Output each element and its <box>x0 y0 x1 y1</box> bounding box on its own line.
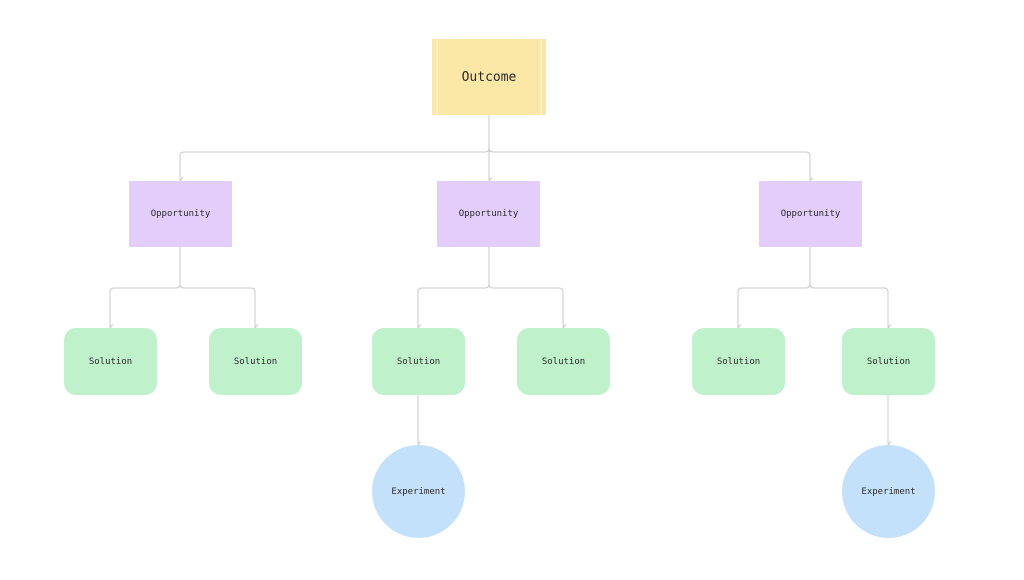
solution-node[interactable]: Solution <box>517 328 610 395</box>
experiment-label: Experiment <box>391 486 446 497</box>
solution-label: Solution <box>541 356 586 367</box>
outcome-label: Outcome <box>461 69 517 85</box>
solution-node[interactable]: Solution <box>64 328 157 395</box>
solution-node[interactable]: Solution <box>372 328 465 395</box>
solution-label: Solution <box>716 356 761 367</box>
connector-opportunity-3-solution-5 <box>737 247 811 330</box>
opportunity-label: Opportunity <box>458 209 519 219</box>
solution-label: Solution <box>233 356 278 367</box>
solution-node[interactable]: Solution <box>692 328 785 395</box>
connector-opportunity-2-solution-4 <box>488 283 567 330</box>
experiment-label: Experiment <box>861 486 916 497</box>
solution-label: Solution <box>88 356 133 367</box>
opportunity-node[interactable]: Opportunity <box>437 181 540 247</box>
opportunity-node[interactable]: Opportunity <box>129 181 232 247</box>
experiment-node[interactable]: Experiment <box>372 445 465 538</box>
connector-outcome-opportunity-3 <box>488 147 814 183</box>
connector-opportunity-1-solution-2 <box>179 283 259 330</box>
opportunity-label: Opportunity <box>780 209 841 219</box>
experiment-node[interactable]: Experiment <box>842 445 935 538</box>
opportunity-node[interactable]: Opportunity <box>759 181 862 247</box>
solution-label: Solution <box>866 356 911 367</box>
connector-outcome-opportunity-1 <box>179 115 490 183</box>
solution-label: Solution <box>396 356 441 367</box>
solution-node[interactable]: Solution <box>842 328 935 395</box>
connector-opportunity-2-solution-3 <box>417 247 490 330</box>
solution-node[interactable]: Solution <box>209 328 302 395</box>
outcome-node[interactable]: Outcome <box>432 39 546 115</box>
opportunity-label: Opportunity <box>150 209 211 219</box>
connector-opportunity-3-solution-6 <box>809 283 892 330</box>
connector-opportunity-1-solution-1 <box>109 247 181 330</box>
